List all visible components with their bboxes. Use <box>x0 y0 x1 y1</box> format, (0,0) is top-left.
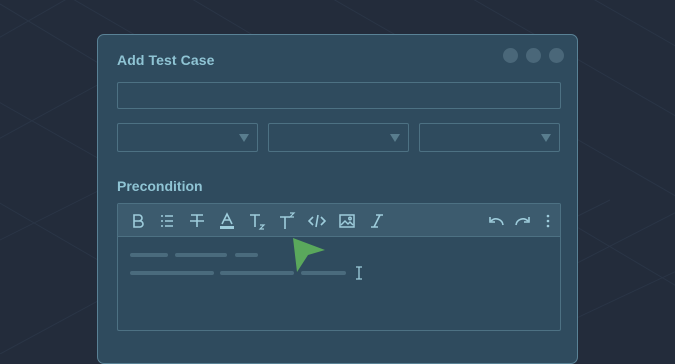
strikethrough-icon[interactable] <box>188 212 206 230</box>
window-dot-1[interactable] <box>503 48 518 63</box>
code-icon[interactable] <box>308 212 326 230</box>
precondition-label: Precondition <box>117 178 203 194</box>
editor-toolbar <box>118 204 560 237</box>
window-controls <box>503 48 564 63</box>
redo-icon[interactable] <box>514 212 532 230</box>
text-placeholder-line <box>235 253 258 257</box>
text-placeholder-line <box>130 253 168 257</box>
select-2[interactable] <box>268 123 409 152</box>
add-test-case-dialog: Add Test Case Precondition <box>97 34 578 364</box>
select-3[interactable] <box>419 123 560 152</box>
chevron-down-icon <box>390 134 400 142</box>
window-dot-3[interactable] <box>549 48 564 63</box>
bold-icon[interactable] <box>129 212 147 230</box>
dialog-title: Add Test Case <box>117 52 215 68</box>
text-placeholder-line <box>175 253 227 257</box>
window-dot-2[interactable] <box>526 48 541 63</box>
image-icon[interactable] <box>338 212 356 230</box>
italic-icon[interactable] <box>368 212 386 230</box>
chevron-down-icon <box>541 134 551 142</box>
text-placeholder-line <box>130 271 214 275</box>
undo-icon[interactable] <box>487 212 505 230</box>
bulleted-list-icon[interactable] <box>158 212 176 230</box>
mouse-pointer-icon <box>293 238 325 272</box>
text-cursor-icon <box>356 266 362 280</box>
precondition-editor[interactable] <box>117 203 561 331</box>
superscript-icon[interactable] <box>278 212 296 230</box>
chevron-down-icon <box>239 134 249 142</box>
text-color-icon[interactable] <box>218 212 236 230</box>
text-placeholder-line <box>220 271 294 275</box>
select-1[interactable] <box>117 123 258 152</box>
test-case-title-input[interactable] <box>117 82 561 109</box>
subscript-icon[interactable] <box>248 212 266 230</box>
more-icon[interactable] <box>539 212 550 230</box>
